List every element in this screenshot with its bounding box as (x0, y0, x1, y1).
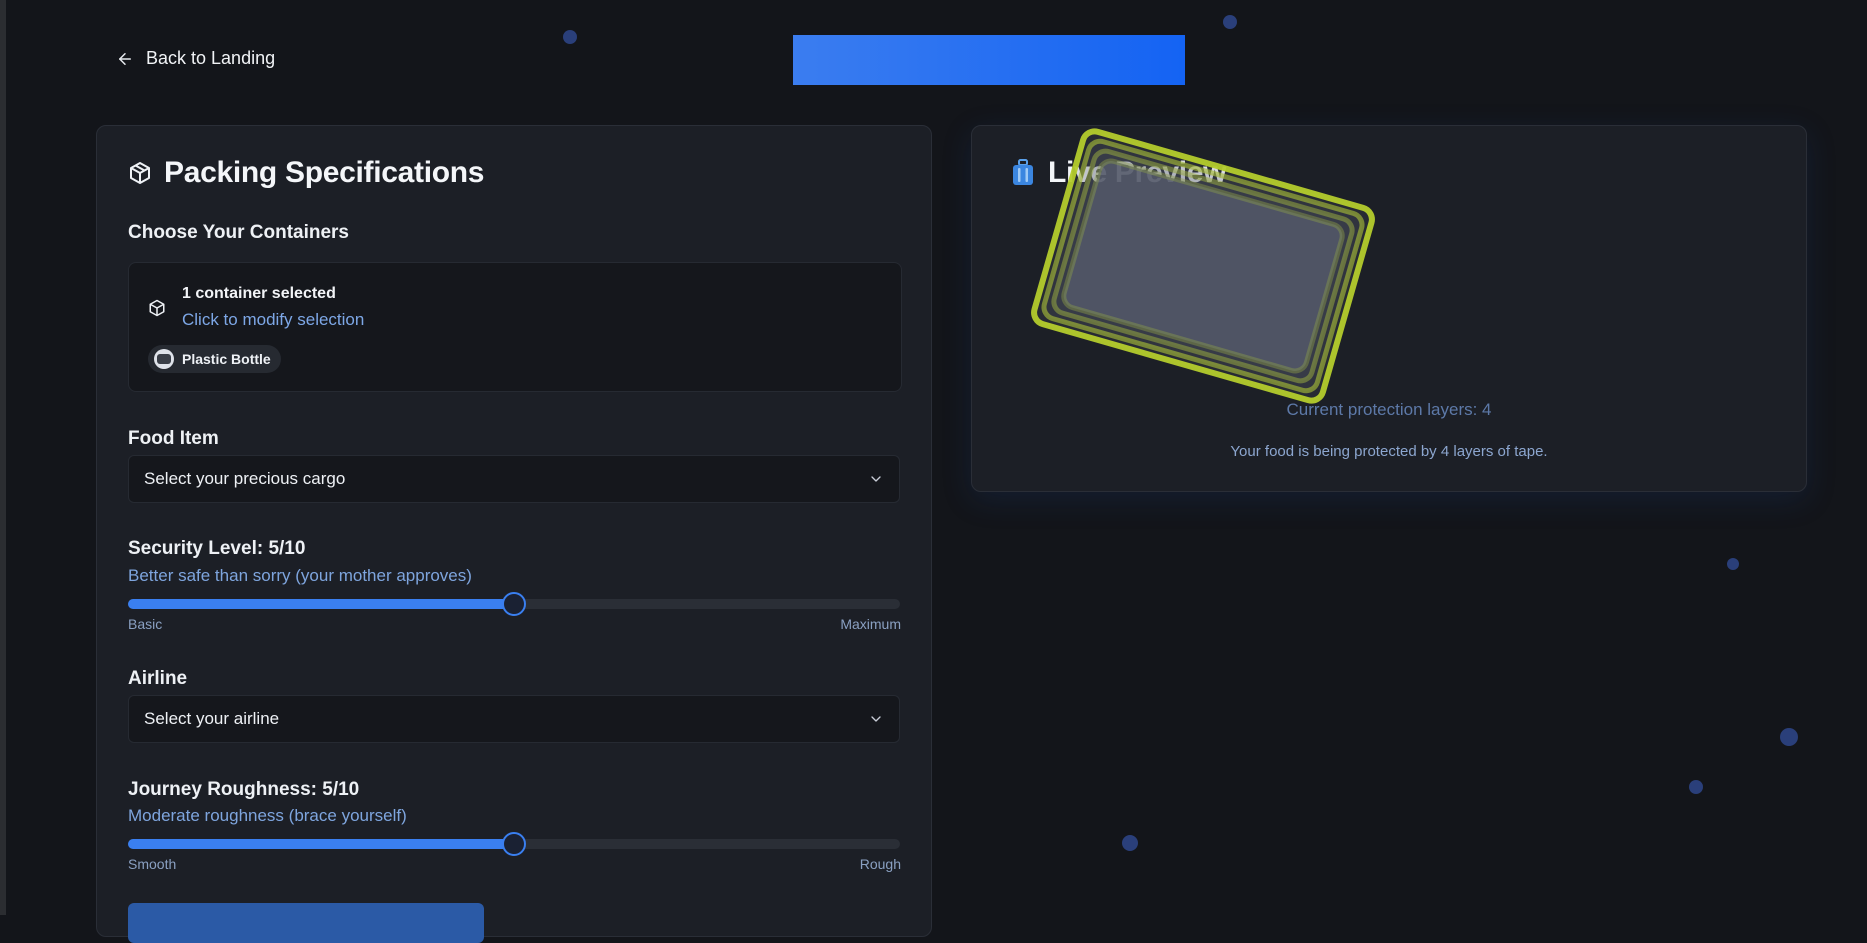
container-count: 1 container selected (182, 285, 336, 302)
background-dot (1223, 15, 1237, 29)
chevron-down-icon (871, 476, 881, 482)
background-dot (1689, 780, 1703, 794)
food-item-label: Food Item (128, 428, 219, 449)
tape-layers-visual (1031, 128, 1375, 404)
airline-label: Airline (128, 668, 188, 689)
chevron-down-icon (871, 716, 881, 722)
slider-thumb[interactable] (502, 832, 526, 856)
packing-specifications-panel: Packing Specifications Choose Your Conta… (96, 125, 932, 943)
package-icon (130, 162, 150, 184)
background-dot (1780, 728, 1798, 746)
container-chip[interactable]: Plastic Bottle (148, 345, 281, 373)
journey-roughness-slider[interactable] (128, 832, 900, 856)
airline-select[interactable]: Select your airline (128, 695, 900, 743)
background-dot (563, 30, 577, 44)
live-preview-panel: Live Preview Current protection layers: … (971, 125, 1807, 492)
security-min-label: Basic (128, 616, 163, 632)
arrow-left-icon (119, 52, 131, 65)
window-edge (0, 0, 6, 915)
background-dot (1122, 835, 1138, 851)
submit-button[interactable] (128, 903, 484, 943)
header-banner (793, 35, 1185, 85)
journey-roughness-hint: Moderate roughness (brace yourself) (128, 806, 407, 825)
specs-title-row: Packing Specifications (128, 156, 484, 190)
protected-food-text: Your food is being protected by 4 layers… (1230, 443, 1548, 460)
food-item-value: Select your precious cargo (144, 469, 346, 488)
security-level-label: Security Level: 5/10 (128, 538, 306, 559)
container-chip-label: Plastic Bottle (182, 351, 271, 367)
plastic-bottle-thumbnail (154, 349, 174, 369)
journey-roughness-label: Journey Roughness: 5/10 (128, 779, 360, 800)
specs-title: Packing Specifications (164, 156, 485, 189)
security-level-slider[interactable] (128, 592, 900, 616)
containers-label: Choose Your Containers (128, 222, 349, 243)
container-selector[interactable]: 1 container selected Click to modify sel… (128, 262, 902, 392)
package-icon (149, 299, 165, 317)
slider-fill (128, 599, 514, 609)
slider-fill (128, 839, 514, 849)
back-link-label: Back to Landing (146, 48, 276, 68)
modify-selection-link[interactable]: Click to modify selection (182, 310, 364, 330)
security-level-hint: Better safe than sorry (your mother appr… (128, 566, 472, 585)
roughness-max-label: Rough (859, 856, 901, 872)
airline-value: Select your airline (144, 709, 280, 728)
roughness-min-label: Smooth (128, 856, 177, 872)
food-item-select[interactable]: Select your precious cargo (128, 455, 900, 503)
security-max-label: Maximum (840, 616, 901, 632)
slider-thumb[interactable] (502, 592, 526, 616)
back-to-landing-link[interactable]: Back to Landing (116, 48, 275, 69)
tape-layer (1031, 128, 1375, 404)
background-dot (1727, 558, 1739, 570)
